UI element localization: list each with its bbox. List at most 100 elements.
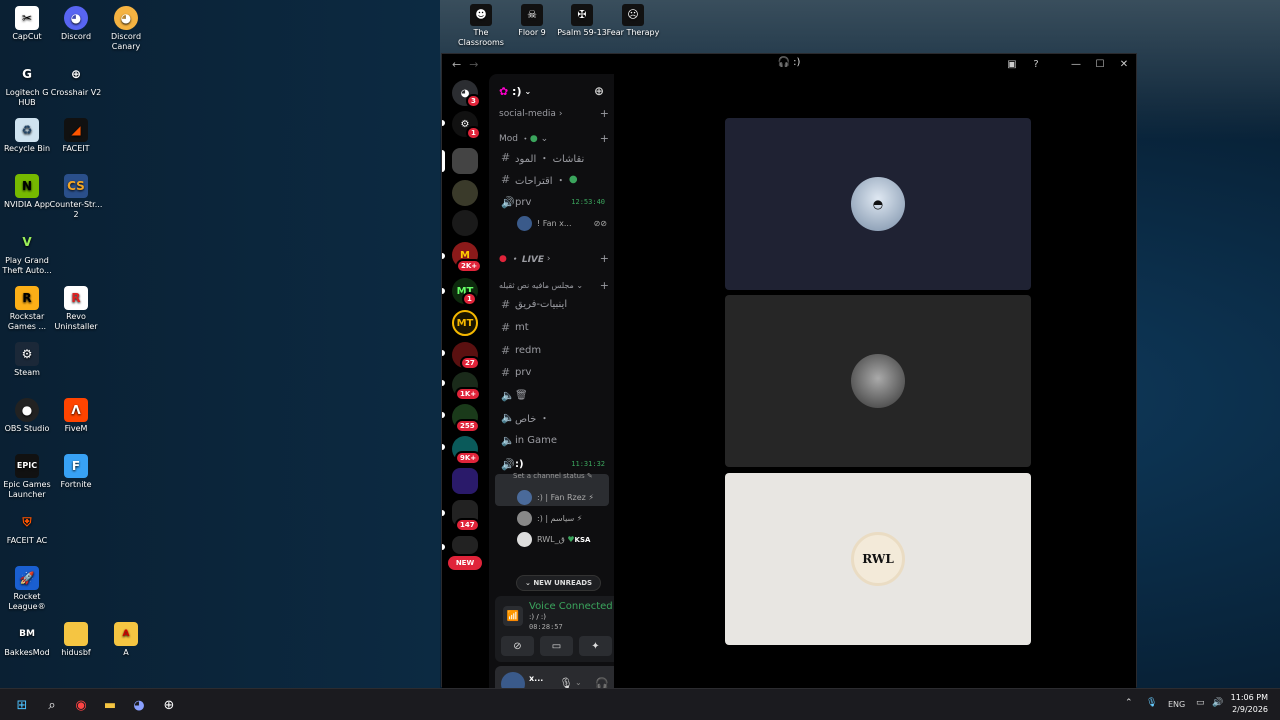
voice-channel-prv[interactable]: 🔊 prv 12:53:40 bbox=[497, 192, 609, 212]
desktop-icon-fivem[interactable]: Λ FiveM bbox=[49, 398, 103, 434]
participant-avatar bbox=[851, 354, 905, 408]
chevron-down-icon[interactable]: ⌄ bbox=[575, 678, 582, 687]
category-mod[interactable]: Mod ・ ● ⌄ + bbox=[499, 132, 609, 145]
channel-tinbiyat[interactable]: # اينبيات-فريق bbox=[497, 294, 609, 314]
screen-share-icon[interactable]: ▭ bbox=[540, 636, 573, 656]
channel-discussions[interactable]: # نقاشات ・ المود bbox=[497, 147, 609, 167]
voice-channel-path[interactable]: :) / :) bbox=[529, 613, 546, 621]
voice-channel-private[interactable]: 🔈 خاص ・ bbox=[497, 407, 609, 427]
desktop-icon-epic[interactable]: EPIC Epic Games Launcher bbox=[0, 454, 54, 500]
desktop-icon-faceit[interactable]: ◢ FACEIT bbox=[49, 118, 103, 154]
new-unreads-pill[interactable]: NEW bbox=[448, 556, 482, 570]
crosshair-taskbar-icon[interactable]: ⊕ bbox=[159, 695, 179, 715]
desktop-icon-revo[interactable]: R Revo Uninstaller bbox=[49, 286, 103, 332]
maximize-button[interactable]: ☐ bbox=[1088, 59, 1112, 70]
desktop-icon-cs2[interactable]: CS Counter-Str... 2 bbox=[49, 174, 103, 220]
username[interactable]: x... bbox=[529, 674, 543, 683]
shortcut-the-classrooms[interactable]: ☻ The Classrooms bbox=[452, 4, 510, 48]
server-icon-mt[interactable]: MT bbox=[452, 310, 478, 336]
game-icon: ✠ bbox=[571, 4, 593, 26]
desktop-wallpaper-left bbox=[0, 0, 440, 720]
desktop-icon-discord-canary[interactable]: ◕ Discord Canary bbox=[99, 6, 153, 52]
voice-channel-ingame[interactable]: 🔈 in Game bbox=[497, 430, 609, 450]
plus-icon[interactable]: + bbox=[600, 252, 609, 265]
status-dot-icon: ● bbox=[568, 173, 578, 185]
server-icon[interactable] bbox=[452, 468, 478, 494]
voice-user[interactable]: :) | سياسم ⚡ bbox=[517, 511, 607, 526]
server-header[interactable]: ✿ :) ⌄ ⊕ bbox=[489, 74, 614, 108]
desktop-icon-logitech[interactable]: G Logitech G HUB bbox=[0, 62, 54, 108]
help-icon[interactable]: ? bbox=[1024, 59, 1048, 70]
plus-icon[interactable]: + bbox=[600, 279, 609, 292]
voice-status[interactable]: Voice Connected bbox=[529, 601, 613, 612]
desktop-icon-steam[interactable]: ⚙ Steam bbox=[0, 342, 54, 378]
desktop-icon-capcut[interactable]: ✂ CapCut bbox=[0, 6, 54, 42]
language-indicator[interactable]: ENG bbox=[1168, 700, 1185, 709]
channel-redm[interactable]: # redm bbox=[497, 340, 609, 360]
desktop-icon-obs[interactable]: ● OBS Studio bbox=[0, 398, 54, 434]
desktop-icon-hidusbf[interactable]: hidusbf bbox=[49, 622, 103, 658]
active-pill bbox=[442, 150, 445, 172]
activities-icon[interactable]: ✦ bbox=[579, 636, 612, 656]
chevron-down-icon: ⌄ bbox=[524, 86, 532, 96]
participant-tile[interactable] bbox=[725, 295, 1031, 467]
category-mafia[interactable]: مجلس مافيه نص ثقيله ⌄ + bbox=[499, 279, 609, 292]
desktop-icon-bakkesmod[interactable]: BM BakkesMod bbox=[0, 622, 54, 658]
server-icon[interactable] bbox=[452, 180, 478, 206]
volume-icon[interactable]: 🔊 bbox=[1212, 698, 1223, 708]
logitech-icon: G bbox=[22, 67, 32, 81]
unread-pill bbox=[442, 253, 445, 259]
signal-icon[interactable]: 📶 bbox=[503, 606, 523, 626]
faceit-ac-icon: ⛨ bbox=[22, 515, 32, 529]
desktop-icon-rockstar[interactable]: R Rockstar Games ... bbox=[0, 286, 54, 332]
desktop-icon-crosshair[interactable]: ⊕ Crosshair V2 bbox=[49, 62, 103, 98]
desktop-icon-recycle-bin[interactable]: ♻ Recycle Bin bbox=[0, 118, 54, 154]
plus-icon[interactable]: + bbox=[600, 107, 609, 120]
file-explorer-icon[interactable]: ▬ bbox=[100, 695, 120, 715]
channel-mt[interactable]: # mt bbox=[497, 317, 609, 337]
desktop-icon-gta[interactable]: V Play Grand Theft Auto... bbox=[0, 230, 54, 276]
channel-suggestions[interactable]: # اقتراحات ・ ● bbox=[497, 169, 609, 189]
clock[interactable]: 11:06 PM 2/9/2026 bbox=[1231, 692, 1268, 716]
voice-user[interactable]: ! Fan x... ⊘⊘ bbox=[517, 216, 607, 231]
inbox-icon[interactable]: ▣ bbox=[1000, 59, 1024, 70]
plus-icon[interactable]: + bbox=[600, 132, 609, 145]
set-channel-status[interactable]: Set a channel status ✎ bbox=[513, 472, 593, 480]
discord-canary-icon: ◕ bbox=[114, 6, 138, 30]
desktop-icon-rocket-league[interactable]: 🚀 Rocket League® bbox=[0, 566, 54, 612]
server-icon-active[interactable] bbox=[452, 148, 478, 174]
close-button[interactable]: ✕ bbox=[1112, 59, 1136, 70]
minimize-button[interactable]: — bbox=[1064, 59, 1088, 70]
discord-taskbar-icon[interactable]: ◕ bbox=[129, 695, 149, 715]
server-icon[interactable] bbox=[452, 210, 478, 236]
participant-tile[interactable]: ◓ bbox=[725, 118, 1031, 290]
start-icon[interactable]: ⊞ bbox=[12, 695, 32, 715]
voice-user[interactable]: :) | Fan Rzez ⚡ bbox=[517, 490, 607, 505]
server-folder-icon[interactable] bbox=[452, 536, 478, 554]
chrome-icon[interactable]: ◉ bbox=[71, 695, 91, 715]
desktop-icon-discord[interactable]: ◕ Discord bbox=[49, 6, 103, 42]
voice-channel-trash[interactable]: 🔈 🗑 bbox=[497, 385, 609, 405]
category-social-media[interactable]: social-media › + bbox=[499, 107, 609, 120]
network-icon[interactable]: ▭ bbox=[1196, 698, 1205, 708]
chevron-up-icon[interactable]: ⌃ bbox=[1125, 698, 1133, 708]
shortcut-psalm[interactable]: ✠ Psalm 59-13 bbox=[553, 4, 611, 38]
desktop-icon-a[interactable]: AA bbox=[99, 622, 153, 658]
desktop-icon-nvidia[interactable]: N NVIDIA App bbox=[0, 174, 54, 210]
new-unreads-button[interactable]: ⌄ NEW UNREADS bbox=[516, 575, 602, 591]
desktop-icon-faceit-ac[interactable]: ⛨ FACEIT AC bbox=[0, 510, 54, 546]
voice-user[interactable]: RWL_ق ♥ KSA bbox=[517, 532, 607, 547]
add-member-icon[interactable]: ⊕ bbox=[594, 84, 604, 98]
voice-channel-active[interactable]: 🔊:) 11:31:32 bbox=[497, 454, 609, 474]
category-live[interactable]: ● ・ LIVE › + bbox=[499, 252, 609, 265]
shortcut-fear-therapy[interactable]: ☹ Fear Therapy bbox=[604, 4, 662, 38]
search-icon[interactable]: ⌕ bbox=[42, 695, 62, 715]
voice-timer: 08:28:57 bbox=[529, 623, 563, 631]
game-icon: ☻ bbox=[470, 4, 492, 26]
avatar bbox=[517, 532, 532, 547]
channel-prv[interactable]: # prv bbox=[497, 362, 609, 382]
participant-tile[interactable]: RWL bbox=[725, 473, 1031, 645]
camera-off-icon[interactable]: ⊘ bbox=[501, 636, 534, 656]
desktop-icon-fortnite[interactable]: F Fortnite bbox=[49, 454, 103, 490]
microphone-tray-icon[interactable]: 🎙 bbox=[1146, 698, 1157, 708]
